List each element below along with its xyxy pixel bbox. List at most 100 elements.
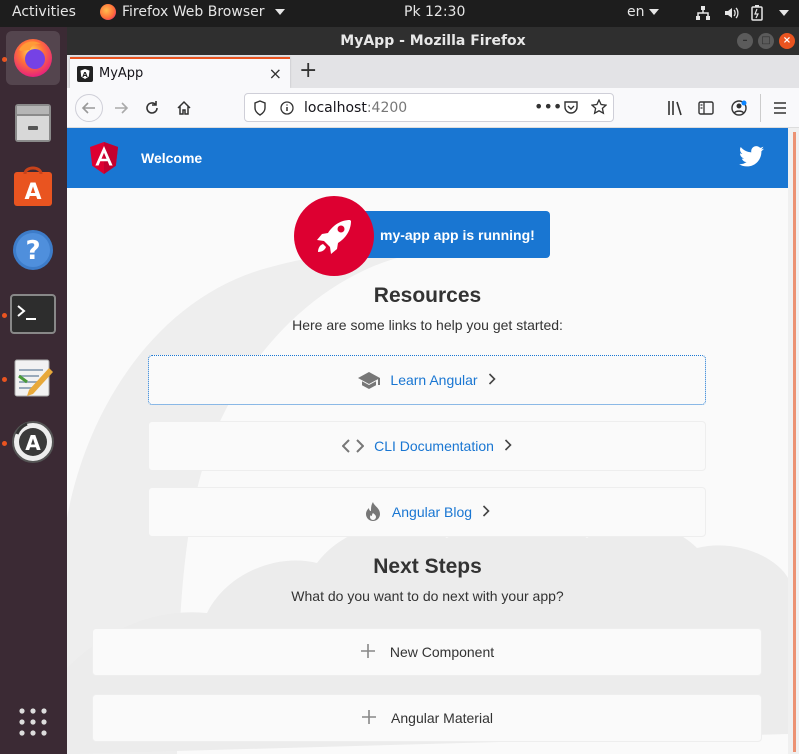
ubuntu-dock: A ? A xyxy=(0,27,67,754)
minimize-button[interactable]: – xyxy=(737,33,753,49)
clock[interactable]: Pk 12:30 xyxy=(404,4,465,20)
dock-text-editor[interactable] xyxy=(6,351,60,405)
resources-subtitle: Here are some links to help you get star… xyxy=(292,317,563,333)
cli-documentation-card[interactable]: CLI Documentation xyxy=(148,421,706,471)
forward-arrow-icon xyxy=(115,102,129,114)
toolbar-separator xyxy=(760,94,761,122)
angular-material-card[interactable]: Angular Material xyxy=(92,694,762,742)
flame-icon xyxy=(365,502,380,521)
system-tray[interactable] xyxy=(695,5,789,21)
dock-help[interactable]: ? xyxy=(6,223,60,277)
url-text: localhost:4200 xyxy=(304,100,407,116)
scrollbar-thumb[interactable] xyxy=(793,132,796,752)
tab-myapp[interactable]: A MyApp × xyxy=(70,57,290,88)
software-updater-icon: A xyxy=(12,421,54,463)
network-icon xyxy=(696,6,710,20)
svg-text:A: A xyxy=(24,180,41,205)
running-text: my-app app is running! xyxy=(380,226,535,243)
library-icon[interactable] xyxy=(667,100,685,116)
next-steps-subtitle: What do you want to do next with your ap… xyxy=(291,588,564,604)
learn-angular-label: Learn Angular xyxy=(390,372,478,388)
show-apps-icon xyxy=(19,708,47,736)
files-icon xyxy=(15,104,51,142)
forward-button[interactable] xyxy=(109,96,133,120)
dock-software-center[interactable]: A xyxy=(6,159,60,213)
help-icon: ? xyxy=(13,230,53,270)
account-icon[interactable] xyxy=(730,99,748,117)
hamburger-menu-icon[interactable] xyxy=(772,100,788,116)
url-host: localhost xyxy=(304,100,367,116)
chevron-down-icon xyxy=(274,9,285,15)
dock-terminal[interactable] xyxy=(6,287,60,341)
gnome-top-bar: Activities Firefox Web Browser Pk 12:30 … xyxy=(0,0,799,27)
chevron-right-icon xyxy=(488,372,496,388)
rocket-icon xyxy=(317,220,351,254)
svg-text:?: ? xyxy=(25,236,40,266)
text-editor-icon xyxy=(14,359,53,397)
page-actions-icon[interactable]: ••• xyxy=(534,97,562,116)
page-viewport: Welcome my-app app is running! Resources xyxy=(67,128,788,754)
close-tab-icon[interactable]: × xyxy=(269,64,282,83)
angular-blog-card[interactable]: Angular Blog xyxy=(148,487,706,537)
svg-text:A: A xyxy=(82,71,88,79)
cli-documentation-label: CLI Documentation xyxy=(374,438,494,454)
url-port: :4200 xyxy=(366,100,408,116)
terminal-icon xyxy=(10,294,56,334)
angular-favicon-icon: A xyxy=(77,65,93,82)
window-title: MyApp - Mozilla Firefox xyxy=(340,33,526,49)
window-titlebar[interactable]: MyApp - Mozilla Firefox – □ × xyxy=(67,27,799,55)
shield-icon[interactable] xyxy=(253,100,267,116)
dock-show-applications[interactable] xyxy=(6,695,60,749)
activities-button[interactable]: Activities xyxy=(12,4,76,20)
back-button[interactable] xyxy=(75,94,103,122)
next-steps-heading: Next Steps xyxy=(373,555,482,578)
bookmark-star-icon[interactable] xyxy=(591,99,607,115)
dock-files[interactable] xyxy=(6,95,60,149)
battery-icon xyxy=(751,5,763,21)
plus-icon xyxy=(360,641,376,663)
app-menu-label: Firefox Web Browser xyxy=(122,4,265,20)
sidebar-icon[interactable] xyxy=(698,100,714,116)
svg-text:A: A xyxy=(25,431,41,455)
home-button[interactable] xyxy=(172,96,196,120)
nav-toolbar: localhost:4200 ••• xyxy=(67,88,799,128)
plus-icon xyxy=(361,707,377,729)
reload-button[interactable] xyxy=(140,96,164,120)
school-icon xyxy=(358,372,381,389)
page-scrollbar[interactable] xyxy=(788,128,799,754)
back-arrow-icon xyxy=(81,102,95,114)
close-window-button[interactable]: × xyxy=(779,33,795,49)
chevron-down-icon xyxy=(648,9,659,15)
dock-firefox[interactable] xyxy=(6,31,60,85)
language-selector[interactable]: en xyxy=(627,4,659,20)
reload-icon xyxy=(146,101,158,114)
firefox-mini-icon xyxy=(100,4,116,20)
volume-icon xyxy=(725,7,739,19)
resources-heading: Resources xyxy=(373,284,482,307)
rocket-badge xyxy=(294,196,374,276)
software-center-icon: A xyxy=(14,166,52,206)
angular-logo-icon xyxy=(90,142,118,174)
url-bar[interactable]: localhost:4200 ••• xyxy=(244,93,614,122)
new-component-card[interactable]: New Component xyxy=(92,628,762,676)
info-icon[interactable] xyxy=(280,101,294,115)
angular-blog-label: Angular Blog xyxy=(391,504,473,520)
tab-title: MyApp xyxy=(99,66,144,81)
twitter-icon[interactable] xyxy=(739,146,764,167)
new-component-label: New Component xyxy=(389,644,495,660)
pocket-icon[interactable] xyxy=(563,100,579,116)
chevron-right-icon xyxy=(482,504,490,520)
new-tab-button[interactable]: + xyxy=(299,58,317,83)
tab-strip: A MyApp × + xyxy=(67,55,799,88)
app-toolbar: Welcome xyxy=(67,128,788,188)
learn-angular-card[interactable]: Learn Angular xyxy=(148,355,706,405)
chevron-right-icon xyxy=(504,438,512,454)
home-icon xyxy=(177,100,191,115)
toolbar-title: Welcome xyxy=(141,150,203,166)
language-label: en xyxy=(627,4,645,20)
app-menu[interactable]: Firefox Web Browser xyxy=(100,4,285,20)
code-icon xyxy=(342,439,365,453)
maximize-button[interactable]: □ xyxy=(758,33,774,49)
angular-material-label: Angular Material xyxy=(391,710,493,726)
dock-software-updater[interactable]: A xyxy=(6,415,60,469)
